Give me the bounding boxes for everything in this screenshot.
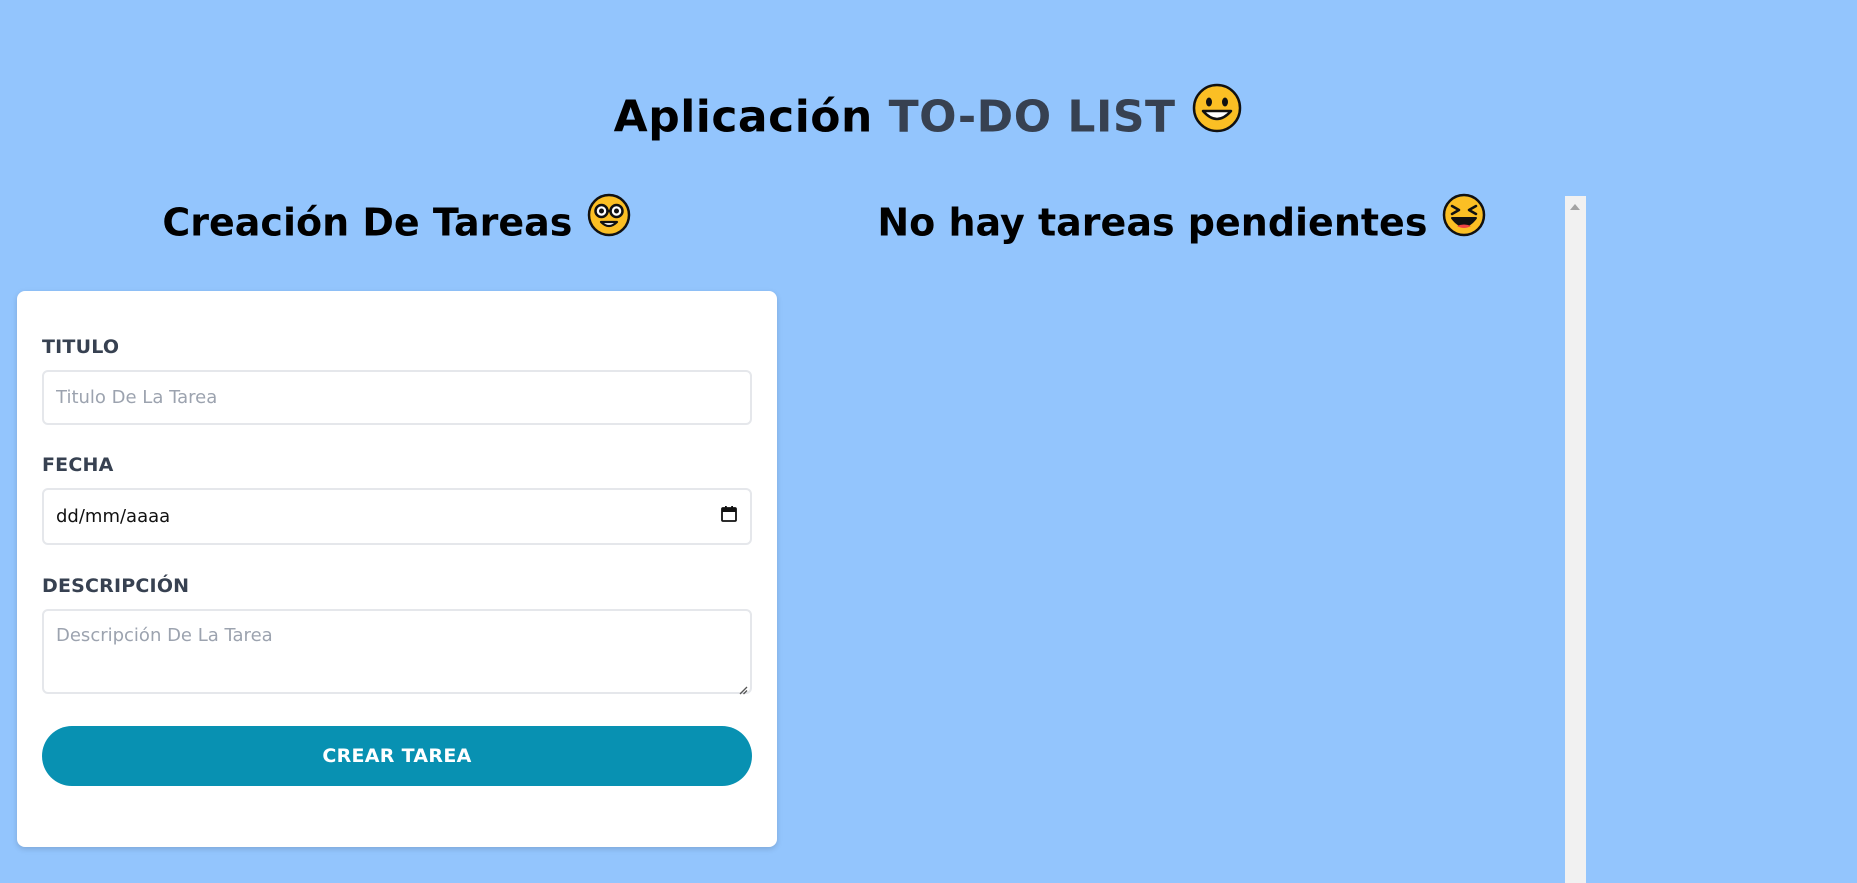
task-list-scrollbar[interactable] bbox=[1565, 196, 1586, 883]
date-field-label: FECHA bbox=[42, 454, 114, 476]
date-input[interactable]: dd/mm/aaaa bbox=[42, 488, 752, 545]
title-accent: TO-DO LIST bbox=[888, 91, 1176, 143]
resize-grip-icon[interactable] bbox=[738, 680, 748, 695]
nerd-face-emoji-icon bbox=[586, 192, 632, 250]
todo-app-page: Aplicación TO-DO LIST Creación De Tareas bbox=[0, 0, 1857, 883]
pending-tasks-title: No hay tareas pendientes bbox=[800, 193, 1564, 254]
date-input-value: dd/mm/aaaa bbox=[56, 506, 171, 527]
calendar-icon[interactable] bbox=[720, 505, 738, 528]
title-field-label: TITULO bbox=[42, 336, 120, 358]
grinning-face-emoji-icon bbox=[1191, 82, 1243, 149]
description-wrapper bbox=[42, 609, 752, 695]
description-textarea[interactable] bbox=[42, 609, 752, 694]
pending-tasks-section: No hay tareas pendientes bbox=[800, 193, 1564, 254]
create-task-button[interactable]: CREAR TAREA bbox=[42, 726, 752, 786]
squinting-laughing-face-emoji-icon bbox=[1441, 192, 1487, 250]
task-creation-title-text: Creación De Tareas bbox=[162, 200, 573, 245]
task-form-card: TITULO FECHA dd/mm/aaaa DESCRIPCIÓN bbox=[17, 291, 777, 847]
task-creation-section: Creación De Tareas TITULO FECHA dd/mm bbox=[17, 193, 777, 847]
pending-tasks-title-text: No hay tareas pendientes bbox=[877, 200, 1428, 245]
page-title: Aplicación TO-DO LIST bbox=[0, 83, 1857, 153]
description-field-label: DESCRIPCIÓN bbox=[42, 575, 190, 597]
title-prefix: Aplicación bbox=[613, 91, 873, 143]
title-input[interactable] bbox=[42, 370, 752, 425]
scroll-up-arrow-icon[interactable] bbox=[1570, 204, 1580, 210]
task-creation-title: Creación De Tareas bbox=[17, 193, 777, 254]
